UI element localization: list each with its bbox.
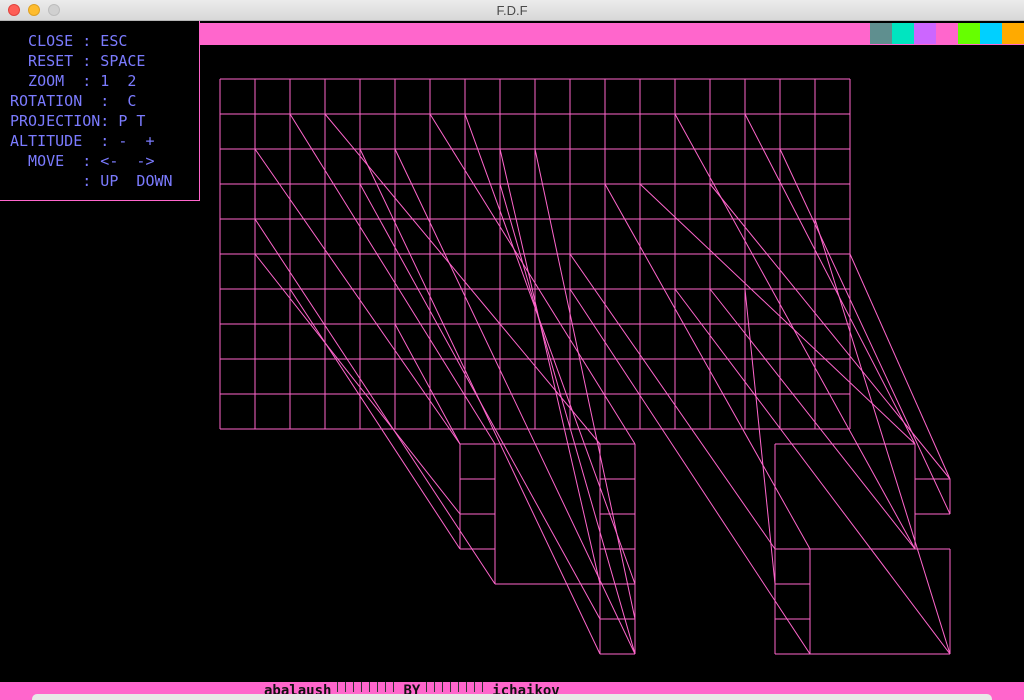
extrusion-line <box>674 288 951 655</box>
extrusion-line <box>254 218 496 585</box>
extrusion-line <box>499 148 601 585</box>
extrusion-line <box>709 288 916 550</box>
controls-menu: CLOSE : ESC RESET : SPACE ZOOM : 1 2 ROT… <box>0 21 200 201</box>
tick-decoration <box>426 682 487 692</box>
extrusion-line <box>569 253 776 550</box>
extrusion-line <box>569 288 811 655</box>
extrusion-line <box>639 183 916 445</box>
extrusion-line <box>849 253 951 480</box>
control-projection: PROJECTION: P T <box>10 112 146 130</box>
control-altitude: ALTITUDE : - + <box>10 132 155 150</box>
extrusion-line <box>254 148 461 445</box>
extrusion-line <box>814 218 951 655</box>
tick-decoration <box>337 682 398 692</box>
control-move-vertical: : UP DOWN <box>10 172 173 190</box>
extrusion-line <box>394 323 461 445</box>
extrusion-line <box>289 288 461 550</box>
control-zoom: ZOOM : 1 2 <box>10 72 137 90</box>
extrusion-line <box>604 183 811 550</box>
extrusion-line <box>254 253 461 515</box>
control-close: CLOSE : ESC <box>10 32 128 50</box>
extrusion-line <box>674 113 916 550</box>
control-move-horizontal: MOVE : <- -> <box>10 152 155 170</box>
control-reset: RESET : SPACE <box>10 52 146 70</box>
control-rotation: ROTATION : C <box>10 92 137 110</box>
extrusion-line <box>744 288 776 585</box>
dock <box>32 694 992 700</box>
